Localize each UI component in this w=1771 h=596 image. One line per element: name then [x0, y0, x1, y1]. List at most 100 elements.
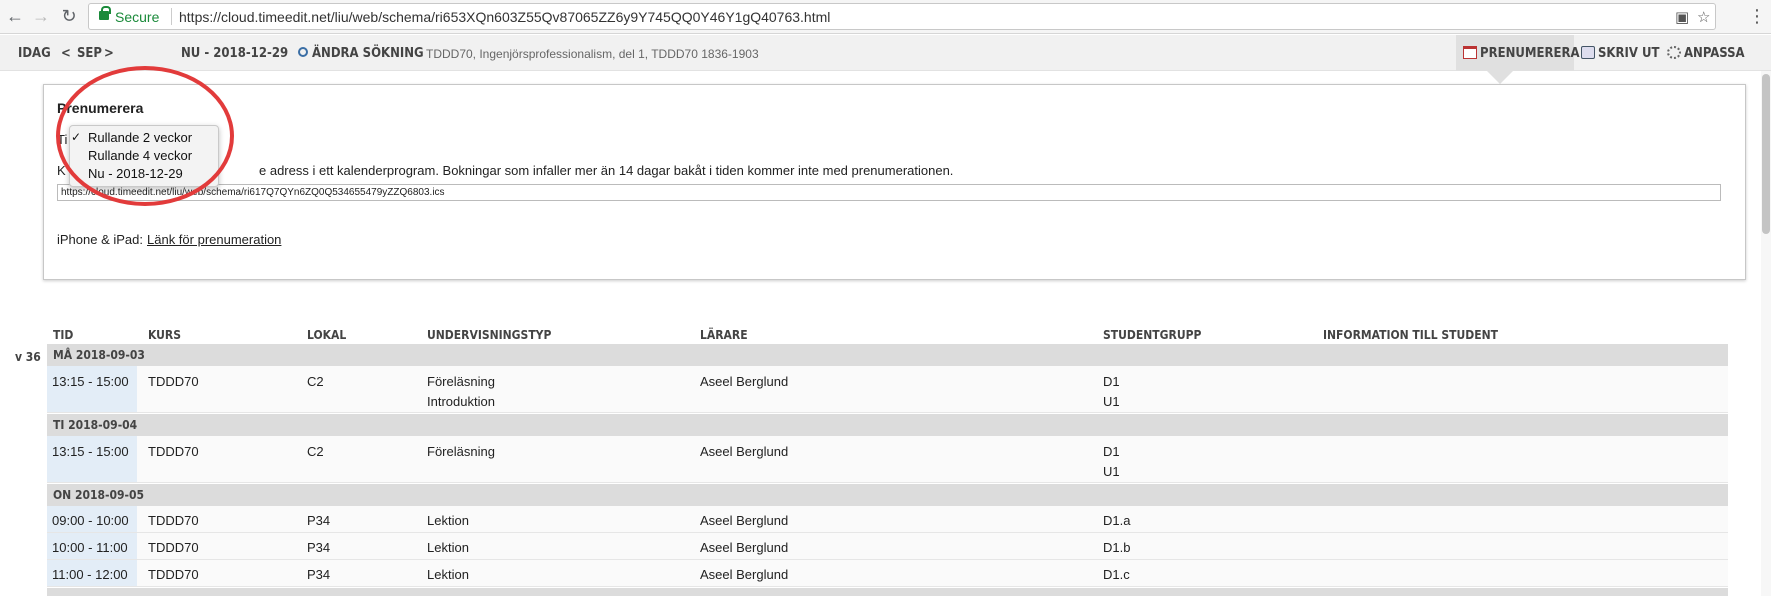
change-search-button[interactable]: ÄNDRA SÖKNING — [298, 46, 424, 61]
dropdown-option-label: Nu - 2018-12-29 — [88, 166, 183, 181]
column-header-time: TID — [53, 328, 74, 342]
dropdown-option[interactable]: Nu - 2018-12-29 — [70, 166, 220, 184]
cell-type: Föreläsning — [427, 374, 495, 389]
iphone-subscribe-link[interactable]: Länk för prenumeration — [147, 232, 281, 247]
print-label: SKRIV UT — [1598, 46, 1660, 61]
scrollbar-thumb[interactable] — [1762, 74, 1770, 234]
iphone-label: iPhone & iPad: — [57, 232, 144, 247]
cell-type: Lektion — [427, 567, 469, 582]
customize-button[interactable]: ANPASSA — [1667, 46, 1745, 61]
dropdown-option[interactable]: ✓ Rullande 2 veckor — [70, 130, 220, 148]
lock-icon — [99, 6, 111, 20]
table-row[interactable]: 11:00 - 12:00 TDDD70 P34 Lektion Aseel B… — [47, 560, 1728, 587]
forward-icon[interactable]: → — [30, 5, 52, 27]
column-header-type: UNDERVISNINGSTYP — [427, 328, 552, 342]
cell-group-secondary: U1 — [1103, 394, 1120, 409]
cell-type: Lektion — [427, 513, 469, 528]
cell-room: C2 — [307, 374, 324, 389]
url-text[interactable]: https://cloud.timeedit.net/liu/web/schem… — [179, 9, 830, 25]
cell-teacher: Aseel Berglund — [700, 540, 789, 555]
cell-room: C2 — [307, 444, 324, 459]
back-icon[interactable]: ← — [4, 5, 26, 27]
prev-month-button[interactable]: < — [61, 46, 71, 61]
day-header: TI 2018-09-04 — [47, 414, 1728, 436]
cell-time: 10:00 - 11:00 — [52, 540, 128, 555]
instruction-text: e adress i ett kalenderprogram. Bokninga… — [259, 163, 954, 178]
cell-group: D1 — [1103, 374, 1120, 389]
subscribe-button[interactable]: PRENUMERERA — [1463, 46, 1580, 61]
print-button[interactable]: SKRIV UT — [1581, 46, 1659, 61]
cell-course: TDDD70 — [148, 540, 199, 555]
cell-type-secondary: Introduktion — [427, 394, 495, 409]
cell-group: D1.a — [1103, 513, 1131, 528]
day-label: MÅ 2018-09-03 — [53, 348, 145, 362]
checkmark-icon: ✓ — [71, 130, 82, 144]
day-label: ON 2018-09-05 — [53, 488, 145, 502]
range-button[interactable]: NU - 2018-12-29 — [181, 46, 288, 61]
cell-time: 13:15 - 15:00 — [52, 444, 129, 459]
column-header-teacher: LÄRARE — [700, 328, 748, 342]
translate-icon[interactable]: ▣ — [1675, 8, 1689, 26]
cell-group-secondary: U1 — [1103, 464, 1120, 479]
cell-course: TDDD70 — [148, 374, 199, 389]
panel-title: Prenumerera — [57, 100, 144, 116]
column-header-group: STUDENTGRUPP — [1103, 328, 1202, 342]
cell-course: TDDD70 — [148, 444, 199, 459]
cell-room: P34 — [307, 567, 331, 582]
cell-group: D1.b — [1103, 540, 1131, 555]
table-row[interactable]: 13:15 - 15:00 TDDD70 C2 Föreläsning Intr… — [47, 366, 1728, 413]
table-row[interactable]: 10:00 - 11:00 TDDD70 P34 Lektion Aseel B… — [47, 533, 1728, 560]
subscribe-panel: Prenumerera Ti K e adress i ett kalender… — [43, 84, 1746, 280]
subscribe-label: PRENUMERERA — [1480, 46, 1580, 61]
star-icon[interactable]: ☆ — [1697, 8, 1710, 26]
cell-teacher: Aseel Berglund — [700, 513, 789, 528]
cell-teacher: Aseel Berglund — [700, 444, 789, 459]
cell-teacher: Aseel Berglund — [700, 374, 789, 389]
cell-type: Föreläsning — [427, 444, 495, 459]
time-period-label: Ti — [57, 132, 68, 147]
printer-icon — [1581, 46, 1595, 59]
cell-time: 11:00 - 12:00 — [52, 567, 128, 582]
day-header — [47, 588, 1728, 596]
week-label: v 36 — [15, 350, 41, 364]
cell-type: Lektion — [427, 540, 469, 555]
dropdown-option[interactable]: Rullande 4 veckor — [70, 148, 220, 166]
browser-toolbar: ← → ↻ Secure https://cloud.timeedit.net/… — [0, 0, 1771, 34]
cell-time: 13:15 - 15:00 — [52, 374, 129, 389]
calendar-icon — [1463, 46, 1477, 59]
search-description: TDDD70, Ingenjörsprofessionalism, del 1,… — [426, 47, 759, 61]
panel-pointer — [1487, 71, 1513, 84]
cell-room: P34 — [307, 540, 331, 555]
column-header-info: INFORMATION TILL STUDENT — [1323, 328, 1498, 342]
next-month-button[interactable]: > — [104, 46, 114, 61]
address-divider — [171, 8, 172, 25]
column-header-course: KURS — [148, 328, 182, 342]
gear-icon — [1667, 46, 1681, 59]
address-bar[interactable]: Secure https://cloud.timeedit.net/liu/we… — [88, 3, 1716, 30]
cell-teacher: Aseel Berglund — [700, 567, 789, 582]
table-row[interactable]: 13:15 - 15:00 TDDD70 C2 Föreläsning Asee… — [47, 436, 1728, 483]
cell-room: P34 — [307, 513, 331, 528]
day-label: TI 2018-09-04 — [53, 418, 138, 432]
time-cell-bg — [47, 366, 137, 412]
table-row[interactable]: 09:00 - 10:00 TDDD70 P34 Lektion Aseel B… — [47, 506, 1728, 533]
column-header-room: LOKAL — [307, 328, 347, 342]
day-header: ON 2018-09-05 — [47, 484, 1728, 506]
menu-icon[interactable]: ⋮ — [1748, 4, 1766, 28]
cell-group: D1 — [1103, 444, 1120, 459]
change-search-label: ÄNDRA SÖKNING — [312, 46, 424, 61]
cell-time: 09:00 - 10:00 — [52, 513, 129, 528]
cell-course: TDDD70 — [148, 567, 199, 582]
day-header: MÅ 2018-09-03 — [47, 344, 1728, 366]
reload-icon[interactable]: ↻ — [58, 5, 80, 27]
time-cell-bg — [47, 436, 137, 482]
month-label: SEP — [77, 46, 102, 61]
search-icon — [298, 47, 308, 57]
today-button[interactable]: IDAG — [18, 46, 51, 61]
ics-url-field[interactable] — [57, 184, 1721, 201]
period-dropdown[interactable]: ✓ Rullande 2 veckor Rullande 4 veckor Nu… — [69, 125, 219, 187]
cell-course: TDDD70 — [148, 513, 199, 528]
dropdown-option-label: Rullande 2 veckor — [88, 130, 193, 145]
cell-group: D1.c — [1103, 567, 1130, 582]
customize-label: ANPASSA — [1684, 46, 1745, 61]
